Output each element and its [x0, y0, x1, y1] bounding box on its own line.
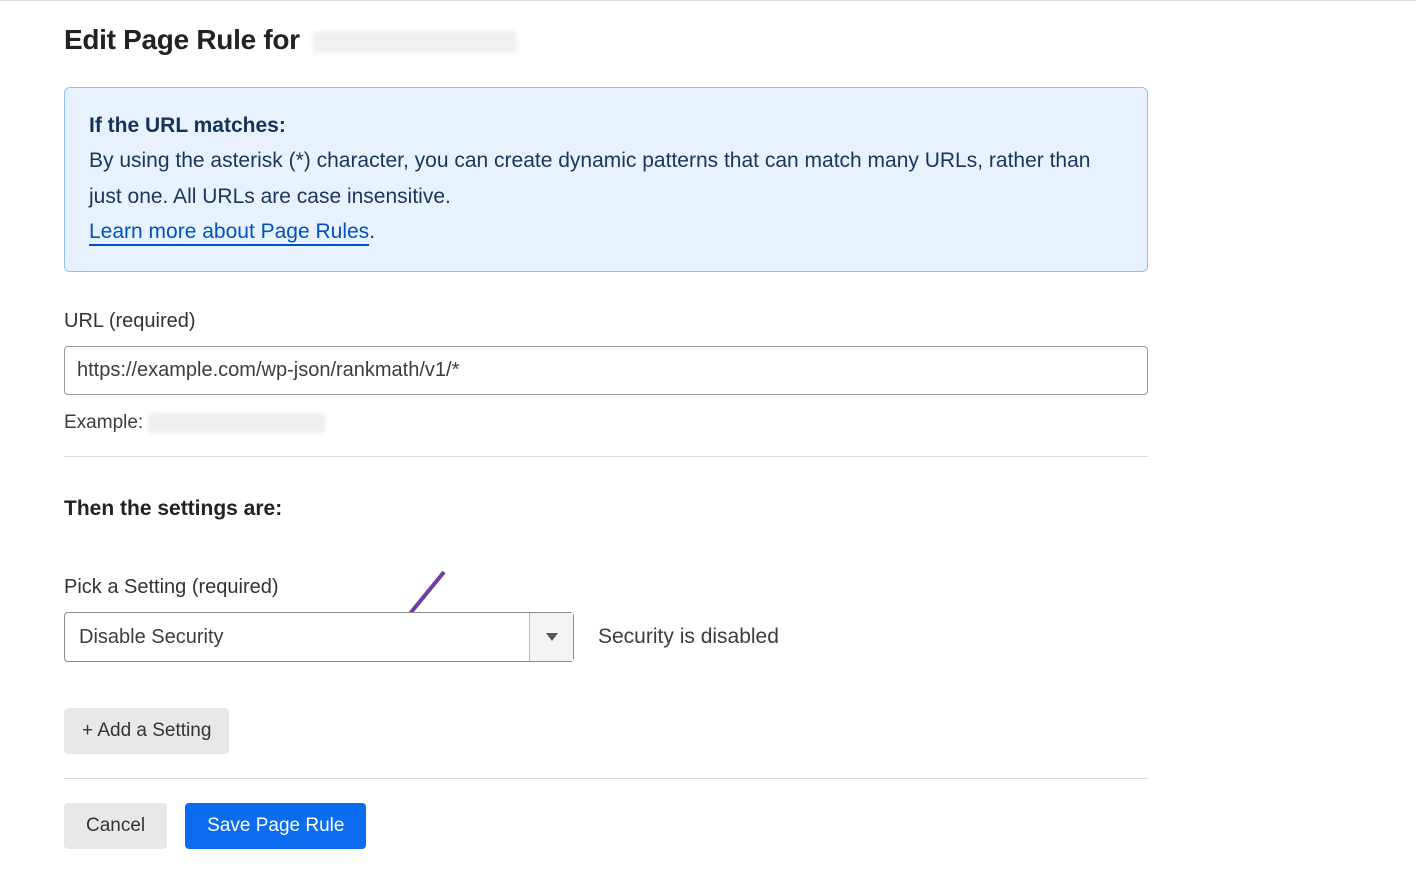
footer-buttons: Cancel Save Page Rule — [64, 803, 1148, 849]
setting-select[interactable]: Disable Security — [64, 612, 574, 662]
cancel-button[interactable]: Cancel — [64, 803, 167, 849]
info-lead: If the URL matches: — [89, 114, 286, 137]
settings-heading: Then the settings are: — [64, 493, 1148, 525]
learn-more-link[interactable]: Learn more about Page Rules — [89, 220, 369, 246]
info-body: By using the asterisk (*) character, you… — [89, 149, 1090, 207]
url-input[interactable] — [64, 346, 1148, 395]
divider-1 — [64, 456, 1148, 457]
setting-select-value: Disable Security — [65, 613, 529, 661]
redacted-domain — [313, 31, 517, 53]
page-title: Edit Page Rule for — [64, 19, 1148, 61]
add-setting-button[interactable]: + Add a Setting — [64, 708, 229, 754]
save-button[interactable]: Save Page Rule — [185, 803, 366, 849]
page-rule-form: Edit Page Rule for If the URL matches: B… — [0, 19, 1148, 889]
example-line: Example: — [64, 409, 1148, 438]
example-prefix: Example: — [64, 412, 143, 433]
redacted-example — [148, 413, 326, 433]
divider-2 — [64, 778, 1148, 779]
chevron-down-icon — [529, 613, 573, 661]
info-box: If the URL matches: By using the asteris… — [64, 87, 1148, 272]
setting-status: Security is disabled — [598, 621, 779, 653]
page-title-prefix: Edit Page Rule for — [64, 24, 300, 55]
top-divider — [0, 0, 1416, 1]
pick-setting-label: Pick a Setting (required) — [64, 572, 1148, 602]
info-link-suffix: . — [369, 220, 375, 243]
setting-row: Disable Security Security is disabled — [64, 612, 1148, 662]
url-label: URL (required) — [64, 306, 1148, 336]
